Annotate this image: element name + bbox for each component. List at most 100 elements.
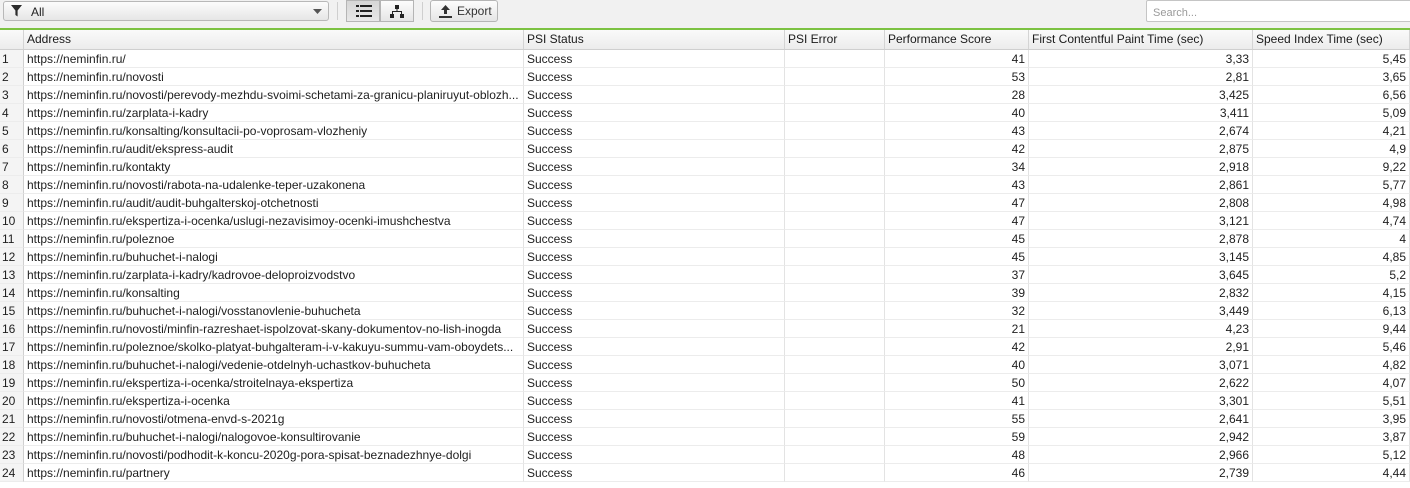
performance-score-cell: 45	[885, 230, 1029, 248]
table-row[interactable]: 9 https://neminfin.ru/audit/audit-buhgalt…	[0, 194, 1410, 212]
search-input[interactable]	[1146, 0, 1410, 22]
column-header-psi-error[interactable]: PSI Error	[785, 30, 885, 49]
fcp-time-cell: 2,739	[1029, 464, 1253, 482]
table-row[interactable]: 14 https://neminfin.ru/konsalting Success 3…	[0, 284, 1410, 302]
performance-score-cell: 48	[885, 446, 1029, 464]
column-header-address[interactable]: Address	[24, 30, 524, 49]
fcp-time-cell: 2,875	[1029, 140, 1253, 158]
psi-error-cell	[785, 176, 885, 194]
performance-score-cell: 53	[885, 68, 1029, 86]
table-row[interactable]: 4 https://neminfin.ru/zarplata-i-kadry Suc…	[0, 104, 1410, 122]
column-header-fcp-time[interactable]: First Contentful Paint Time (sec)	[1029, 30, 1253, 49]
fcp-time-cell: 2,622	[1029, 374, 1253, 392]
fcp-time-cell: 2,966	[1029, 446, 1253, 464]
column-header-speed-index[interactable]: Speed Index Time (sec)	[1253, 30, 1410, 49]
url-cell: https://neminfin.ru/partnery	[24, 464, 524, 482]
psi-status-cell: Success	[524, 410, 785, 428]
psi-status-cell: Success	[524, 140, 785, 158]
psi-error-cell	[785, 392, 885, 410]
url-cell: https://neminfin.ru/ekspertiza-i-ocenka/…	[24, 212, 524, 230]
speed-index-cell: 4,98	[1253, 194, 1410, 212]
performance-score-cell: 43	[885, 176, 1029, 194]
url-cell: https://neminfin.ru/novosti/otmena-envd-…	[24, 410, 524, 428]
tree-view-button[interactable]	[380, 0, 414, 22]
performance-score-cell: 59	[885, 428, 1029, 446]
url-cell: https://neminfin.ru/ekspertiza-i-ocenka/…	[24, 374, 524, 392]
table-row[interactable]: 12 https://neminfin.ru/buhuchet-i-nalogi S…	[0, 248, 1410, 266]
fcp-time-cell: 2,861	[1029, 176, 1253, 194]
table-row[interactable]: 21 https://neminfin.ru/novosti/otmena-env…	[0, 410, 1410, 428]
table-row[interactable]: 13 https://neminfin.ru/zarplata-i-kadry/k…	[0, 266, 1410, 284]
list-view-button[interactable]	[346, 0, 380, 22]
column-header-psi-status[interactable]: PSI Status	[524, 30, 785, 49]
table-row[interactable]: 6 https://neminfin.ru/audit/ekspress-audi…	[0, 140, 1410, 158]
table-row[interactable]: 5 https://neminfin.ru/konsalting/konsulta…	[0, 122, 1410, 140]
psi-error-cell	[785, 338, 885, 356]
table-row[interactable]: 17 https://neminfin.ru/poleznoe/skolko-pl…	[0, 338, 1410, 356]
performance-score-cell: 34	[885, 158, 1029, 176]
psi-status-cell: Success	[524, 50, 785, 68]
performance-score-cell: 41	[885, 50, 1029, 68]
psi-status-cell: Success	[524, 374, 785, 392]
url-cell: https://neminfin.ru/buhuchet-i-nalogi/ve…	[24, 356, 524, 374]
speed-index-cell: 4,15	[1253, 284, 1410, 302]
speed-index-cell: 9,22	[1253, 158, 1410, 176]
speed-index-cell: 5,2	[1253, 266, 1410, 284]
column-header-index[interactable]	[0, 30, 24, 49]
psi-status-cell: Success	[524, 194, 785, 212]
row-index: 12	[0, 248, 24, 266]
upload-icon	[439, 5, 452, 18]
performance-score-cell: 55	[885, 410, 1029, 428]
export-label: Export	[457, 4, 492, 18]
row-index: 2	[0, 68, 24, 86]
psi-status-cell: Success	[524, 320, 785, 338]
table-row[interactable]: 16 https://neminfin.ru/novosti/minfin-raz…	[0, 320, 1410, 338]
speed-index-cell: 9,44	[1253, 320, 1410, 338]
table-row[interactable]: 10 https://neminfin.ru/ekspertiza-i-ocenk…	[0, 212, 1410, 230]
url-cell: https://neminfin.ru/konsalting/konsultac…	[24, 122, 524, 140]
results-table: Address PSI Status PSI Error Performance…	[0, 30, 1410, 488]
table-row[interactable]: 2 https://neminfin.ru/novosti Success 53 2,8…	[0, 68, 1410, 86]
psi-error-cell	[785, 194, 885, 212]
table-row[interactable]: 3 https://neminfin.ru/novosti/perevody-me…	[0, 86, 1410, 104]
psi-status-cell: Success	[524, 122, 785, 140]
filter-icon	[11, 5, 22, 17]
table-row[interactable]: 15 https://neminfin.ru/buhuchet-i-nalogi/…	[0, 302, 1410, 320]
row-index: 21	[0, 410, 24, 428]
table-row[interactable]: 23 https://neminfin.ru/novosti/podhodit-k…	[0, 446, 1410, 464]
table-row[interactable]: 1 https://neminfin.ru/Success 41 3,33 5,45	[0, 50, 1410, 68]
psi-status-cell: Success	[524, 68, 785, 86]
psi-status-cell: Success	[524, 338, 785, 356]
table-row[interactable]: 11 https://neminfin.ru/poleznoe Success 45 2…	[0, 230, 1410, 248]
psi-status-cell: Success	[524, 428, 785, 446]
speed-index-cell: 3,65	[1253, 68, 1410, 86]
fcp-time-cell: 3,449	[1029, 302, 1253, 320]
filter-dropdown[interactable]: All	[3, 1, 329, 21]
table-row[interactable]: 18 https://neminfin.ru/buhuchet-i-nalogi/…	[0, 356, 1410, 374]
row-index: 6	[0, 140, 24, 158]
speed-index-cell: 6,56	[1253, 86, 1410, 104]
psi-error-cell	[785, 428, 885, 446]
table-row[interactable]: 19 https://neminfin.ru/ekspertiza-i-ocenk…	[0, 374, 1410, 392]
psi-status-cell: Success	[524, 230, 785, 248]
psi-error-cell	[785, 212, 885, 230]
table-row[interactable]: 7 https://neminfin.ru/kontakty Success 34 2,…	[0, 158, 1410, 176]
table-row[interactable]: 20 https://neminfin.ru/ekspertiza-i-ocenk…	[0, 392, 1410, 410]
psi-status-cell: Success	[524, 248, 785, 266]
table-row[interactable]: 8 https://neminfin.ru/novosti/rabota-na-u…	[0, 176, 1410, 194]
speed-index-cell: 5,46	[1253, 338, 1410, 356]
row-index: 18	[0, 356, 24, 374]
speed-index-cell: 5,51	[1253, 392, 1410, 410]
psi-error-cell	[785, 230, 885, 248]
column-header-performance-score[interactable]: Performance Score	[885, 30, 1029, 49]
fcp-time-cell: 2,91	[1029, 338, 1253, 356]
psi-error-cell	[785, 140, 885, 158]
row-index: 13	[0, 266, 24, 284]
export-button[interactable]: Export	[430, 0, 498, 22]
fcp-time-cell: 3,425	[1029, 86, 1253, 104]
fcp-time-cell: 3,645	[1029, 266, 1253, 284]
table-row[interactable]: 22 https://neminfin.ru/buhuchet-i-nalogi/…	[0, 428, 1410, 446]
fcp-time-cell: 2,81	[1029, 68, 1253, 86]
row-index: 24	[0, 464, 24, 482]
table-row[interactable]: 24 https://neminfin.ru/partnery Success 46 2…	[0, 464, 1410, 482]
